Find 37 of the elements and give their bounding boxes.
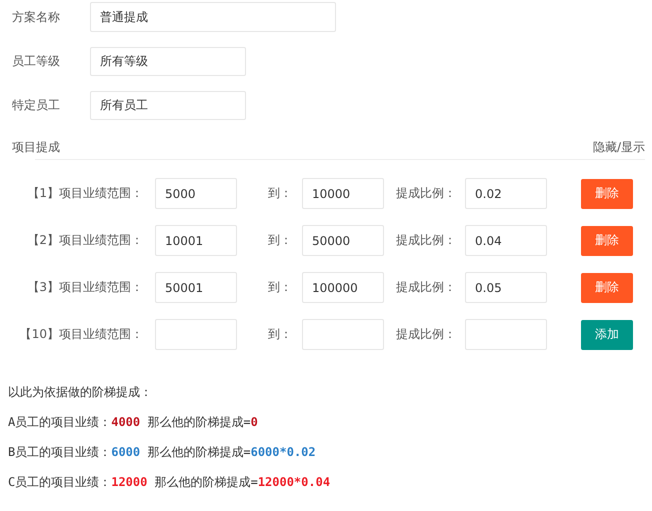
input-field[interactable]: 50000 [302,225,384,256]
range-label: 【10】项目业绩范围： [18,326,144,343]
example-text: A员工的项目业绩：4000 那么他的阶梯提成=0 [8,414,259,431]
input-field[interactable]: 10001 [155,225,237,256]
input-field[interactable]: 0.02 [465,178,547,209]
section-title: 项目提成 [12,138,60,156]
add-button[interactable]: 添加 [581,320,633,350]
input-field[interactable]: 5000 [155,178,237,209]
rate-label: 提成比例： [396,185,457,202]
rate-label: 提成比例： [396,279,457,296]
note-text: 以此为依据做的阶梯提成： [8,384,153,401]
input-field[interactable]: 50001 [155,272,237,303]
to-label: 到： [268,185,293,202]
input-field[interactable]: 0.04 [465,225,547,256]
input-field[interactable]: 10000 [302,178,384,209]
toggle-link[interactable]: 隐藏/显示 [592,138,645,156]
input-field[interactable]: 0.05 [465,272,547,303]
range-label: 【3】项目业绩范围： [26,279,144,296]
input-field[interactable] [302,319,384,350]
range-label: 【2】项目业绩范围： [26,232,144,249]
input-field[interactable]: 所有等级 [90,46,246,76]
field-label: 员工等级 [12,52,61,70]
input-field[interactable] [465,319,547,350]
rate-label: 提成比例： [396,232,457,249]
example-text: C员工的项目业绩：12000 那么他的阶梯提成=12000*0.04 [8,474,332,491]
rate-label: 提成比例： [396,326,457,343]
input-field[interactable]: 所有员工 [90,90,246,120]
range-label: 【1】项目业绩范围： [26,185,144,202]
example-text: B员工的项目业绩：6000 那么他的阶梯提成=6000*0.02 [8,444,317,461]
field-label: 方案名称 [12,8,61,26]
field-label: 特定员工 [12,96,61,114]
to-label: 到： [268,232,293,249]
to-label: 到： [268,326,293,343]
to-label: 到： [268,279,293,296]
input-field[interactable]: 普通提成 [90,2,336,32]
input-field[interactable] [155,319,237,350]
input-field[interactable]: 100000 [302,272,384,303]
